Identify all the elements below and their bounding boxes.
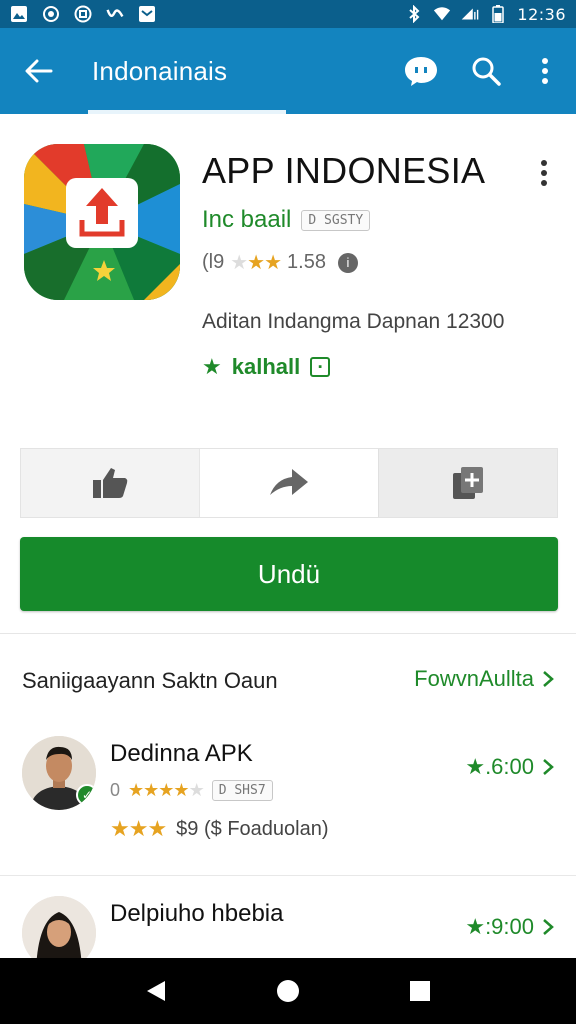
star-rating-icon: ★★★ (110, 816, 167, 841)
chevron-right-icon (543, 919, 554, 935)
item-price-label: ★.6:00 (465, 754, 534, 779)
app-title: APP INDONESIA (202, 150, 486, 191)
vpn-icon (106, 5, 124, 23)
status-bar: 12:36 (0, 0, 576, 28)
recents-square-icon[interactable] (400, 971, 440, 1011)
item-meta-text: $9 ($ Foaduolan) (176, 817, 329, 840)
bookmark-add-button[interactable] (378, 449, 557, 517)
overflow-menu-icon[interactable] (532, 158, 556, 188)
action-buttons (20, 448, 558, 518)
app-description: Aditan Indangma Dapnan 12300 (202, 310, 505, 333)
see-more-link[interactable]: FowvnAullta (414, 666, 554, 692)
app-bar: Indonainais (0, 28, 576, 114)
search-icon[interactable] (467, 52, 505, 90)
notification-icon (138, 5, 156, 23)
chevron-right-icon (543, 759, 554, 775)
item-price-label: ★:9:00 (465, 914, 534, 939)
bluetooth-icon (405, 5, 423, 23)
back-triangle-icon[interactable] (136, 971, 176, 1011)
share-icon (270, 469, 308, 495)
bookmark-add-icon (453, 467, 483, 499)
info-icon[interactable]: i (337, 252, 358, 273)
rating-row: (l9 ★★★ 1.58 i (202, 250, 358, 275)
item-rating: 0 ★★★★★ D SHS7 (110, 780, 273, 801)
app-header: APP INDONESIA Inc baail D SGSTY (l9 ★★★ … (0, 114, 576, 634)
sync-icon (42, 5, 60, 23)
rating-value: 1.58 (287, 251, 326, 273)
avatar: ✓ (22, 736, 96, 810)
clock: 12:36 (517, 4, 566, 24)
developer-tag: D SGSTY (301, 209, 371, 231)
item-name: Delpiuho hbebia (110, 900, 284, 927)
chevron-right-icon (543, 671, 554, 687)
app-bar-title: Indonainais (92, 56, 228, 86)
star-rating-icon: ★★★★★ (128, 780, 205, 800)
badge-box-icon: ▪ (310, 357, 331, 377)
signal-icon (461, 5, 479, 23)
data-icon (74, 5, 92, 23)
home-circle-icon[interactable] (268, 971, 308, 1011)
developer-link[interactable]: Inc baail (202, 206, 291, 234)
related-section: Saniigaayann Saktn Oaun FowvnAullta ✓ De… (0, 640, 576, 970)
rating-prefix: (l9 (202, 251, 225, 273)
wifi-icon (433, 5, 451, 23)
item-price[interactable]: ★:9:00 (465, 914, 554, 940)
item-tag: D SHS7 (211, 780, 273, 801)
badge-label: kalhall (231, 354, 301, 379)
item-name: Dedinna APK (110, 740, 253, 767)
star-icon: ★ (202, 354, 222, 379)
item-meta: ★★★ $9 ($ Foaduolan) (110, 816, 329, 842)
see-more-label: FowvnAullta (414, 666, 534, 691)
thumbs-up-button[interactable] (21, 449, 200, 517)
more-vert-icon[interactable] (526, 52, 564, 90)
star-rating-icon: ★★★ (230, 252, 282, 274)
system-nav-bar (0, 958, 576, 1024)
app-icon (24, 144, 180, 300)
chat-icon[interactable] (402, 52, 440, 90)
item-rating-prefix: 0 (110, 780, 121, 800)
section-heading: Saniigaayann Saktn Oaun (22, 668, 278, 693)
editors-badge: ★ kalhall ▪ (202, 354, 331, 380)
install-button[interactable]: Undü (20, 537, 558, 611)
share-button[interactable] (200, 449, 378, 517)
thumbs-up-icon (93, 468, 128, 498)
list-item[interactable]: ✓ Dedinna APK 0 ★★★★★ D SHS7 ★★★ $9 ($ F… (0, 730, 576, 876)
battery-icon (489, 5, 507, 23)
item-price[interactable]: ★.6:00 (465, 754, 554, 780)
back-arrow-icon[interactable] (22, 54, 56, 88)
verified-icon: ✓ (76, 784, 96, 806)
image-icon (10, 5, 28, 23)
